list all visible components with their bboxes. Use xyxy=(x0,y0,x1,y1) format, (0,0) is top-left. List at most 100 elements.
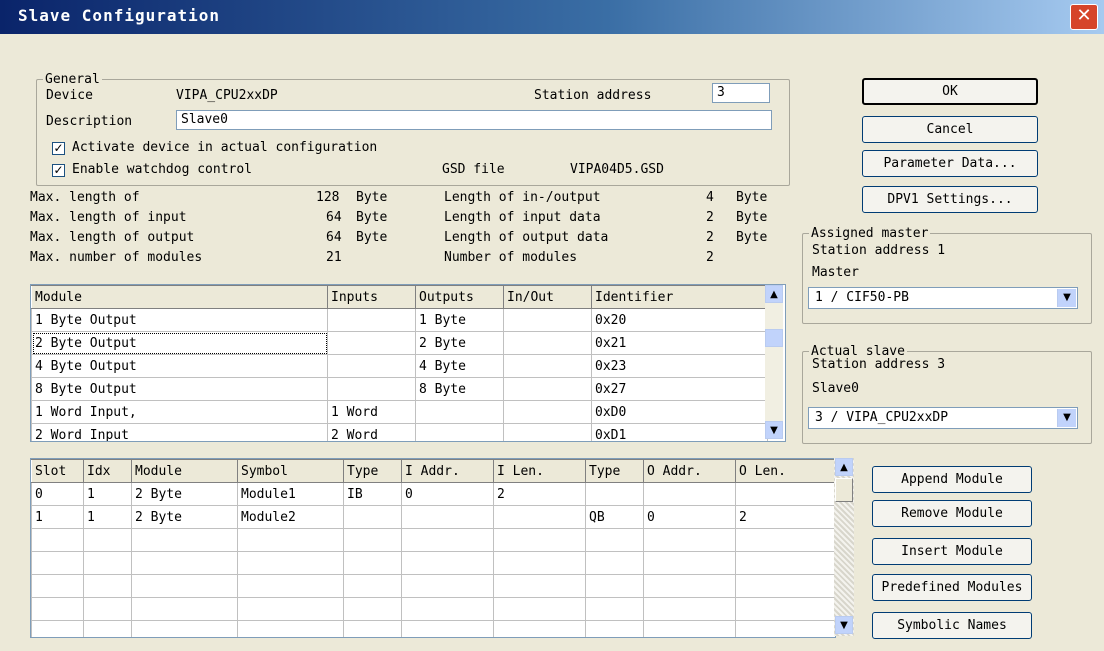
cell xyxy=(643,620,736,637)
table-row[interactable] xyxy=(31,528,835,552)
list-item[interactable]: 1 Word Input, 1 Word 0xD0 xyxy=(31,400,768,424)
cell: 0 xyxy=(31,482,84,506)
stat-unit: Byte xyxy=(736,230,768,245)
cell xyxy=(585,620,644,637)
cell xyxy=(83,574,132,598)
symbolic-names-button[interactable]: Symbolic Names xyxy=(872,612,1032,639)
cell xyxy=(735,597,835,621)
cell: 4 Byte xyxy=(415,354,504,378)
stat-label: Max. length of output xyxy=(30,230,195,245)
slot-table-scrollbar[interactable]: ▲ ▼ xyxy=(834,458,854,636)
cell: 1 xyxy=(83,505,132,529)
table-row[interactable] xyxy=(31,597,835,621)
cell: 1 xyxy=(83,482,132,506)
stat-unit: Byte xyxy=(736,210,768,225)
col-header-o-len[interactable]: O Len. xyxy=(735,459,835,483)
insert-module-button[interactable]: Insert Module xyxy=(872,538,1032,565)
chevron-down-icon[interactable]: ▼ xyxy=(1057,289,1076,307)
cell xyxy=(237,597,344,621)
close-button[interactable]: ✕ xyxy=(1070,4,1098,30)
col-header-symbol[interactable]: Symbol xyxy=(237,459,344,483)
col-header-type-in[interactable]: Type xyxy=(343,459,402,483)
cell: Module2 xyxy=(237,505,344,529)
scroll-down-icon[interactable]: ▼ xyxy=(765,421,783,439)
chevron-down-icon[interactable]: ▼ xyxy=(1057,409,1076,427)
remove-module-label: Remove Module xyxy=(901,506,1003,521)
cell: 2 Byte xyxy=(131,482,238,506)
slave-select[interactable]: 3 / VIPA_CPU2xxDP ▼ xyxy=(808,407,1078,429)
col-header-i-len[interactable]: I Len. xyxy=(493,459,586,483)
cell: 0 xyxy=(643,505,736,529)
remove-module-button[interactable]: Remove Module xyxy=(872,500,1032,527)
table-row[interactable] xyxy=(31,551,835,575)
col-header-idx[interactable]: Idx xyxy=(83,459,132,483)
master-select[interactable]: 1 / CIF50-PB ▼ xyxy=(808,287,1078,309)
list-item[interactable]: 8 Byte Output 8 Byte 0x27 xyxy=(31,377,768,401)
cell xyxy=(237,620,344,637)
col-header-inout[interactable]: In/Out xyxy=(503,285,592,309)
cell: 2 xyxy=(735,505,835,529)
cell xyxy=(237,574,344,598)
list-item[interactable]: 2 Word Input 2 Word 0xD1 xyxy=(31,423,768,441)
col-header-module[interactable]: Module xyxy=(31,285,328,309)
activate-label: Activate device in actual configuration xyxy=(72,140,378,155)
cell: 1 Word xyxy=(327,400,416,424)
col-header-type-out[interactable]: Type xyxy=(585,459,644,483)
ok-button[interactable]: OK xyxy=(862,78,1038,105)
stat-unit: Byte xyxy=(356,210,388,225)
scroll-up-icon[interactable]: ▲ xyxy=(765,285,783,303)
cell: 2 Byte xyxy=(131,505,238,529)
cell xyxy=(131,620,238,637)
title-bar[interactable]: Slave Configuration ✕ xyxy=(0,0,1104,34)
description-field[interactable]: Slave0 xyxy=(176,110,772,130)
table-row[interactable]: 0 1 2 Byte Module1 IB 0 2 xyxy=(31,482,835,506)
scroll-up-icon[interactable]: ▲ xyxy=(835,458,853,476)
predefined-modules-button[interactable]: Predefined Modules xyxy=(872,574,1032,601)
scroll-thumb[interactable] xyxy=(835,478,853,502)
watchdog-checkbox[interactable]: ✓ xyxy=(52,164,65,177)
table-row[interactable] xyxy=(31,620,835,637)
activate-checkbox[interactable]: ✓ xyxy=(52,142,65,155)
cancel-label: Cancel xyxy=(926,122,974,137)
module-list-header: Module Inputs Outputs In/Out Identifier xyxy=(31,285,768,309)
col-header-inputs[interactable]: Inputs xyxy=(327,285,416,309)
list-item[interactable]: 1 Byte Output 1 Byte 0x20 xyxy=(31,308,768,332)
cell xyxy=(493,574,586,598)
cell xyxy=(735,482,835,506)
scroll-thumb[interactable] xyxy=(765,329,783,347)
cell: 1 Word Input, xyxy=(31,400,328,424)
cell: QB xyxy=(585,505,644,529)
dpv1-settings-button[interactable]: DPV1 Settings... xyxy=(862,186,1038,213)
stat-label: Max. length of xyxy=(30,190,140,205)
cell xyxy=(401,551,494,575)
col-header-o-addr[interactable]: O Addr. xyxy=(643,459,736,483)
col-header-outputs[interactable]: Outputs xyxy=(415,285,504,309)
cell xyxy=(643,528,736,552)
cell xyxy=(401,620,494,637)
window-title: Slave Configuration xyxy=(18,6,221,25)
cell xyxy=(585,574,644,598)
slot-table[interactable]: Slot Idx Module Symbol Type I Addr. I Le… xyxy=(30,458,836,638)
cell xyxy=(735,551,835,575)
scroll-down-icon[interactable]: ▼ xyxy=(835,616,853,634)
parameter-data-button[interactable]: Parameter Data... xyxy=(862,150,1038,177)
list-item-focused[interactable]: 2 Byte Output 2 Byte 0x21 xyxy=(31,331,768,355)
stat-label: Max. number of modules xyxy=(30,250,203,265)
slot-table-grid: Slot Idx Module Symbol Type I Addr. I Le… xyxy=(31,459,835,637)
col-header-i-addr[interactable]: I Addr. xyxy=(401,459,494,483)
cell xyxy=(31,597,84,621)
list-item[interactable]: 4 Byte Output 4 Byte 0x23 xyxy=(31,354,768,378)
cell xyxy=(83,597,132,621)
table-row[interactable] xyxy=(31,574,835,598)
cell xyxy=(31,551,84,575)
col-header-slot[interactable]: Slot xyxy=(31,459,84,483)
table-row[interactable]: 1 1 2 Byte Module2 QB 0 2 xyxy=(31,505,835,529)
module-list-scrollbar[interactable]: ▲ ▼ xyxy=(765,285,783,439)
append-module-button[interactable]: Append Module xyxy=(872,466,1032,493)
col-header-identifier[interactable]: Identifier xyxy=(591,285,768,309)
module-list[interactable]: Module Inputs Outputs In/Out Identifier … xyxy=(30,284,786,442)
col-header-module[interactable]: Module xyxy=(131,459,238,483)
cancel-button[interactable]: Cancel xyxy=(862,116,1038,143)
assigned-master-legend: Assigned master xyxy=(811,226,929,241)
station-address-field[interactable]: 3 xyxy=(712,83,770,103)
